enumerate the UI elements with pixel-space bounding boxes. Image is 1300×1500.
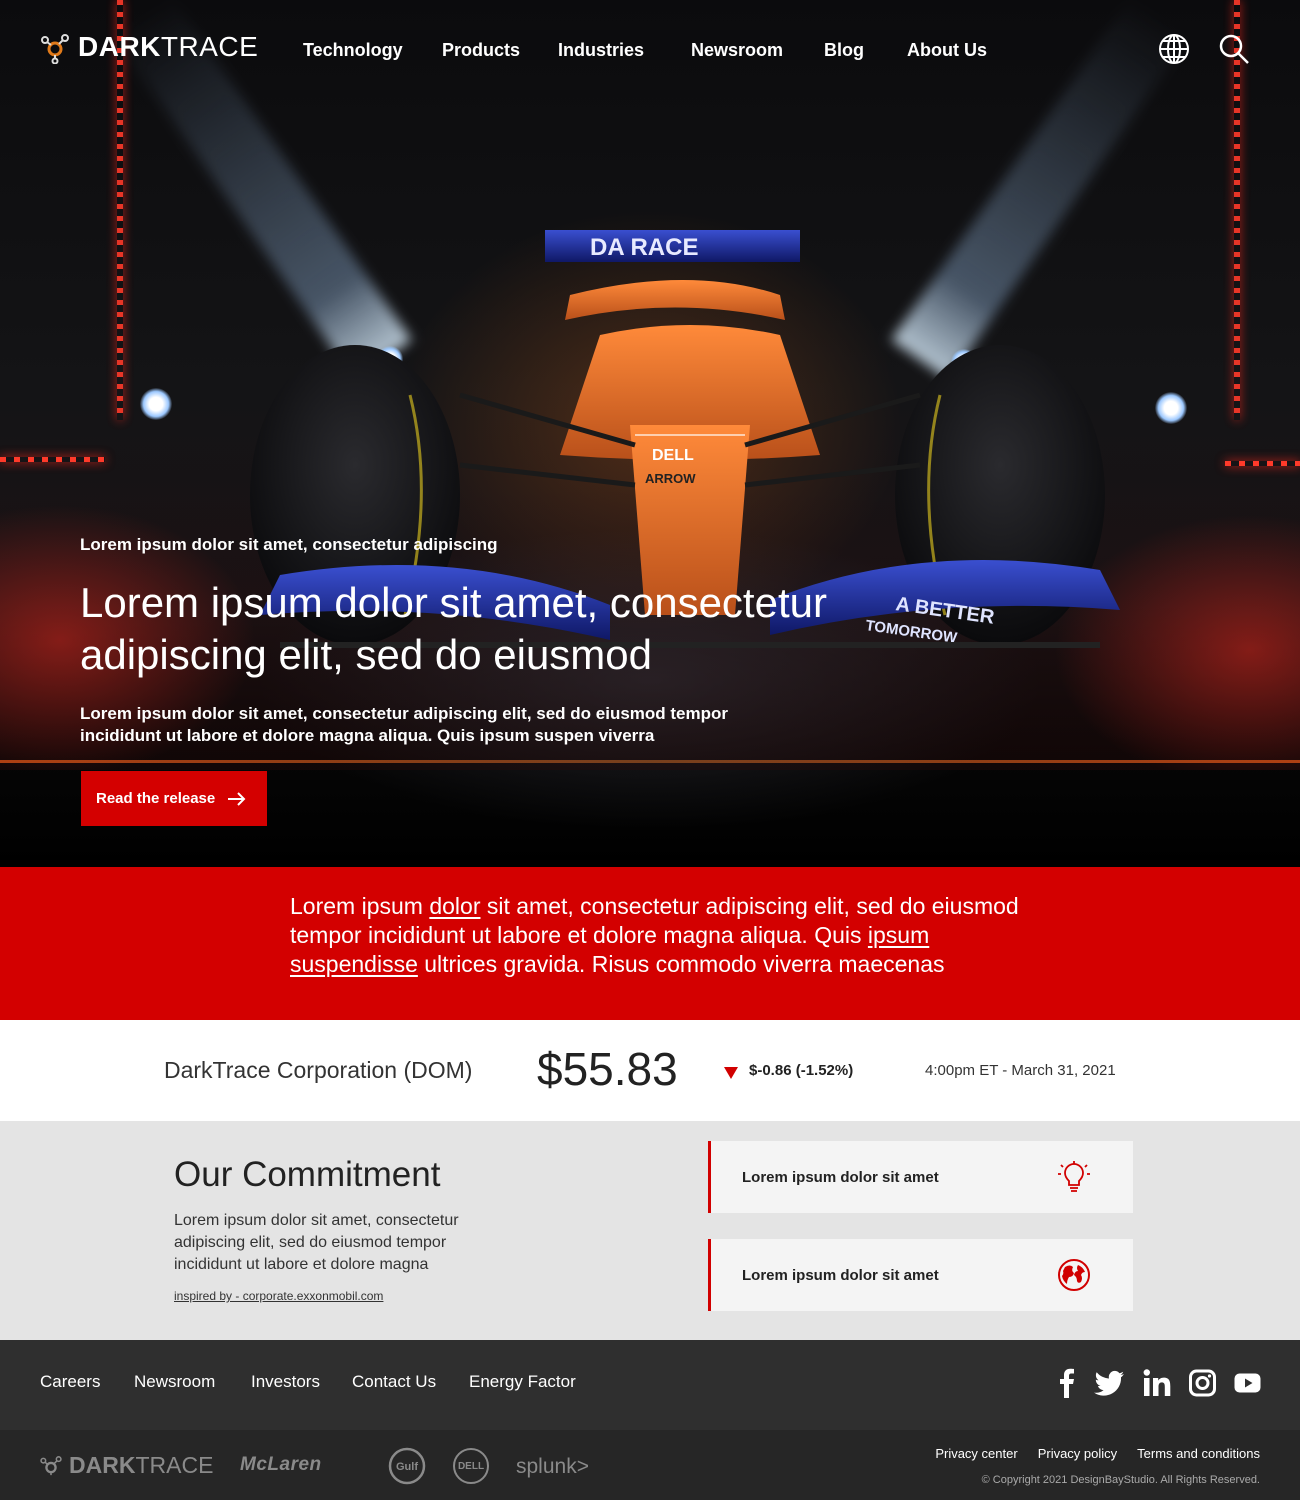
darktrace-logo-icon	[41, 34, 69, 64]
footer-link-newsroom[interactable]: Newsroom	[134, 1372, 251, 1392]
commitment-title: Our Commitment	[174, 1155, 441, 1194]
arrow-right-icon	[228, 791, 246, 806]
lightbulb-icon	[1058, 1161, 1090, 1192]
dell-logo-text: DELL	[458, 1461, 484, 1472]
stage-light-left	[140, 388, 172, 420]
commitment-credit-link[interactable]: inspired by - corporate.exxonmobil.com	[174, 1289, 383, 1303]
youtube-icon[interactable]	[1234, 1368, 1261, 1398]
facebook-icon[interactable]	[1059, 1368, 1075, 1398]
globe-icon	[1058, 1259, 1090, 1291]
footer-darktrace-logo[interactable]: DARKTRACE	[38, 1452, 213, 1479]
rear-wing-livery: DA RACE	[590, 234, 698, 261]
commitment-section: Our Commitment Lorem ipsum dolor sit ame…	[0, 1121, 1300, 1340]
read-release-button[interactable]: Read the release	[81, 771, 267, 826]
nose-sponsor-2: ARROW	[645, 471, 696, 486]
privacy-policy-link[interactable]: Privacy policy	[1038, 1446, 1117, 1461]
nav-item-industries[interactable]: Industries	[558, 40, 691, 61]
copyright: © Copyright 2021 DesignBayStudio. All Ri…	[981, 1474, 1260, 1486]
hero-section: DA RACE DELL ARROW A BETTER TOMORROW DAR…	[0, 0, 1300, 867]
instagram-icon[interactable]	[1189, 1368, 1216, 1398]
commitment-card-1[interactable]: Lorem ipsum dolor sit amet	[708, 1141, 1133, 1213]
nav-item-technology[interactable]: Technology	[303, 40, 442, 61]
dell-logo-icon: DELL	[453, 1448, 489, 1484]
main-menu: Technology Products Industries Newsroom …	[303, 40, 987, 61]
led-row-left	[0, 457, 105, 462]
darktrace-logo-icon	[40, 1455, 62, 1475]
floor-line	[0, 760, 1300, 763]
hero-eyebrow: Lorem ipsum dolor sit amet, consectetur …	[80, 535, 498, 554]
nav-item-products[interactable]: Products	[442, 40, 558, 61]
stock-timestamp: 4:00pm ET - March 31, 2021	[925, 1062, 1116, 1079]
search-icon[interactable]	[1218, 33, 1250, 65]
brand-logo[interactable]: DARKTRACE	[38, 30, 258, 64]
gulf-logo-icon: Gulf	[388, 1447, 426, 1485]
footer-bottom: DARKTRACE McLaren Gulf DELL splunk> Priv…	[0, 1430, 1300, 1500]
nav-item-newsroom[interactable]: Newsroom	[691, 40, 824, 61]
led-row-right	[1225, 461, 1300, 466]
top-nav: DARKTRACE Technology Products Industries…	[0, 0, 1300, 100]
terms-link[interactable]: Terms and conditions	[1137, 1446, 1260, 1461]
mclaren-logo: McLaren	[240, 1454, 322, 1475]
stock-ticker: DarkTrace Corporation (DOM) $55.83 $-0.8…	[0, 1020, 1300, 1121]
commitment-description: Lorem ipsum dolor sit amet, consectetur …	[174, 1212, 459, 1273]
footer-links-bar: Careers Newsroom Investors Contact Us En…	[0, 1340, 1300, 1430]
stock-price: $55.83	[537, 1043, 678, 1095]
footer-nav: Careers Newsroom Investors Contact Us En…	[40, 1372, 576, 1392]
logo-text: DARKTRACE	[78, 31, 259, 62]
down-triangle-icon	[724, 1067, 738, 1079]
legal-links: Privacy center Privacy policy Terms and …	[935, 1446, 1260, 1461]
intro-text: Lorem ipsum dolor sit amet, consectetur …	[290, 893, 1019, 977]
commitment-card-2[interactable]: Lorem ipsum dolor sit amet	[708, 1239, 1133, 1311]
hero-headline: Lorem ipsum dolor sit amet, consectetur …	[80, 579, 827, 678]
hero-subtext: Lorem ipsum dolor sit amet, consectetur …	[80, 704, 729, 745]
stage-light-right	[1155, 392, 1187, 424]
nav-item-about-us[interactable]: About Us	[907, 40, 987, 61]
linkedin-icon[interactable]	[1143, 1368, 1171, 1398]
stock-change: $-0.86 (-1.52%)	[749, 1062, 854, 1079]
twitter-icon[interactable]	[1093, 1368, 1125, 1398]
read-release-label: Read the release	[96, 790, 216, 807]
footer-link-contact-us[interactable]: Contact Us	[352, 1372, 469, 1392]
footer-link-investors[interactable]: Investors	[251, 1372, 352, 1392]
splunk-logo: splunk>	[516, 1455, 589, 1478]
nav-item-blog[interactable]: Blog	[824, 40, 907, 61]
stock-company-name: DarkTrace Corporation (DOM)	[164, 1057, 473, 1083]
privacy-center-link[interactable]: Privacy center	[935, 1446, 1017, 1461]
globe-icon[interactable]	[1158, 33, 1190, 65]
hero-copy: Lorem ipsum dolor sit amet, consectetur …	[80, 535, 900, 747]
commitment-card-label: Lorem ipsum dolor sit amet	[742, 1168, 939, 1186]
footer-link-careers[interactable]: Careers	[40, 1372, 134, 1392]
gulf-logo-text: Gulf	[396, 1461, 418, 1473]
nose-sponsor: DELL	[652, 447, 694, 464]
intro-link-dolor[interactable]: dolor	[429, 893, 480, 919]
commitment-card-label: Lorem ipsum dolor sit amet	[742, 1266, 939, 1284]
intro-band: Lorem ipsum dolor sit amet, consectetur …	[0, 867, 1300, 1020]
footer-link-energy-factor[interactable]: Energy Factor	[469, 1372, 576, 1392]
